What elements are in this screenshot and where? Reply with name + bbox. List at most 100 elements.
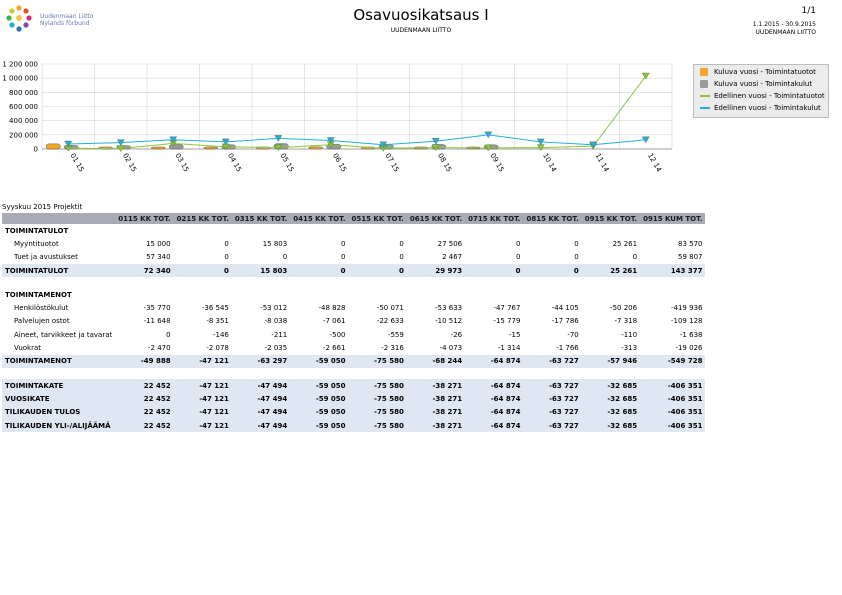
table-row-item: Palvelujen ostot -11 648 -8 351 -8 038 -7 06… [2,315,705,328]
table-cell: 0 [282,253,288,262]
row-label: TOIMINTAMENOT [2,354,116,368]
table-cell [174,288,232,301]
table-cell: -63 727 [523,392,582,406]
table-cell [407,288,465,301]
chart-bar [151,146,166,150]
table-cell: -19 026 [675,344,703,353]
table-cell: -110 [621,330,638,339]
table-cell: -8 038 [264,317,288,326]
report-label: Syyskuu 2015 Projektit [2,203,83,211]
table-cell: -64 874 [465,405,524,419]
table-row-item: Tuet ja avustukset 57 340 0 0 0 0 2 467 0 0 0 59 8… [2,251,705,264]
table-row-item: Henkilöstökulut -35 770 -36 545 -53 012 -48 … [2,301,705,314]
x-tick-label: 11 14 [594,152,611,174]
x-tick-label: 09 15 [489,152,506,173]
table-cell [349,224,407,237]
table-cell: -53 012 [260,304,288,313]
chart-bar [308,146,323,150]
x-tick-label: 04 15 [226,152,243,173]
y-tick-label: 600 000 [9,103,38,111]
table-cell: -38 271 [406,392,466,406]
table-cell: -47 121 [173,354,232,368]
table-cell: -47 767 [493,304,521,313]
table-cell: -35 770 [143,304,171,313]
chart-bar [169,144,184,150]
table-cell: -406 351 [640,392,706,406]
x-tick-label: 07 15 [384,152,401,173]
table-cell [582,368,640,379]
table-cell: -64 874 [465,392,524,406]
table-cell: -26 [450,330,463,339]
table-cell [174,277,232,288]
chart-bar [203,146,218,150]
table-cell: 27 506 [437,239,463,248]
table-cell: -47 494 [231,378,291,393]
table-cell: -47 121 [173,418,232,433]
table-cell: -38 271 [406,418,466,433]
table-cell: 0 [290,263,349,278]
table-cell: -57 946 [581,354,641,368]
table-cell: -70 [567,330,579,339]
table-row-summary: TILIKAUDEN YLI-/ALIJÄÄMÄ 22 452 -47 121 -47… [2,418,706,433]
table-cell: -11 648 [143,317,171,326]
table-cell: -211 [271,330,288,339]
column-header [2,213,116,224]
table-cell: -47 494 [231,405,291,419]
table-cell [290,288,348,301]
legend-line-icon [700,107,710,109]
table-cell: -63 297 [231,354,291,368]
table-row-item: Myyntituotot 15 000 0 15 803 0 0 27 506 0 0 25 26… [2,237,705,250]
organization-name: UUDENMAAN LIITTO [755,29,816,36]
table-cell: 0 [341,253,346,262]
table-cell: 0 [574,239,579,248]
x-tick-label: 08 15 [436,152,453,173]
table-cell [115,224,173,237]
table-cell [349,368,407,379]
table-cell: 22 452 [115,405,174,419]
table-cell: -75 580 [348,405,407,419]
table-cell: 22 452 [115,418,174,433]
table-cell: -2 078 [206,344,229,353]
table-cell: 57 340 [146,253,171,262]
report-table: 0115 KK TOT. 0215 KK TOT. 0315 KK TOT. 0415… [2,213,706,433]
table-cell [290,224,348,237]
table-cell: -47 121 [173,405,232,419]
table-cell: -63 727 [523,418,582,433]
legend-label: Kuluva vuosi - Toimintatuotot [714,68,816,76]
table-cell [232,277,290,288]
date-range: 1.1.2015 - 30.9.2015 [752,21,816,28]
table-cell: 25 261 [581,263,641,278]
table-cell [582,224,640,237]
table-row-sec: TOIMINTAMENOT [2,288,705,301]
table-cell: -64 874 [465,378,524,393]
table-cell: -75 580 [348,378,407,393]
table-cell: -48 828 [318,304,346,313]
table-cell: -7 061 [322,317,346,326]
row-label: Myyntituotot [14,239,59,248]
table-cell [407,277,465,288]
table-cell [640,368,705,379]
row-label: TOIMINTATULOT [2,263,116,278]
table-cell [640,224,705,237]
table-cell [407,224,465,237]
x-tick-label: 02 15 [121,152,138,173]
table-header-row: 0115 KK TOT. 0215 KK TOT. 0315 KK TOT. 0415… [2,213,706,224]
table-cell [582,288,640,301]
table-cell [582,277,640,288]
table-cell: -38 271 [406,378,466,393]
table-cell: 0 [173,263,232,278]
table-row-item: Aineet, tarvikkeet ja tavarat 0 -146 -211 -5… [2,328,705,341]
column-header: 0415 KK TOT. [290,213,349,224]
x-tick-label: 12 14 [646,152,663,174]
table-cell: -59 050 [290,405,349,419]
column-header: 0915 KK TOT. [581,213,641,224]
table-cell: 0 [465,263,524,278]
table-cell: -47 121 [173,392,232,406]
table-cell: 0 [166,330,171,339]
table-cell: -53 633 [435,304,463,313]
table-cell: 0 [224,253,229,262]
legend-label: Edellinen vuosi - Toimintatuotot [714,92,825,100]
table-cell: 0 [348,263,407,278]
table-cell: -17 786 [551,317,579,326]
table-cell: -2 316 [381,344,404,353]
